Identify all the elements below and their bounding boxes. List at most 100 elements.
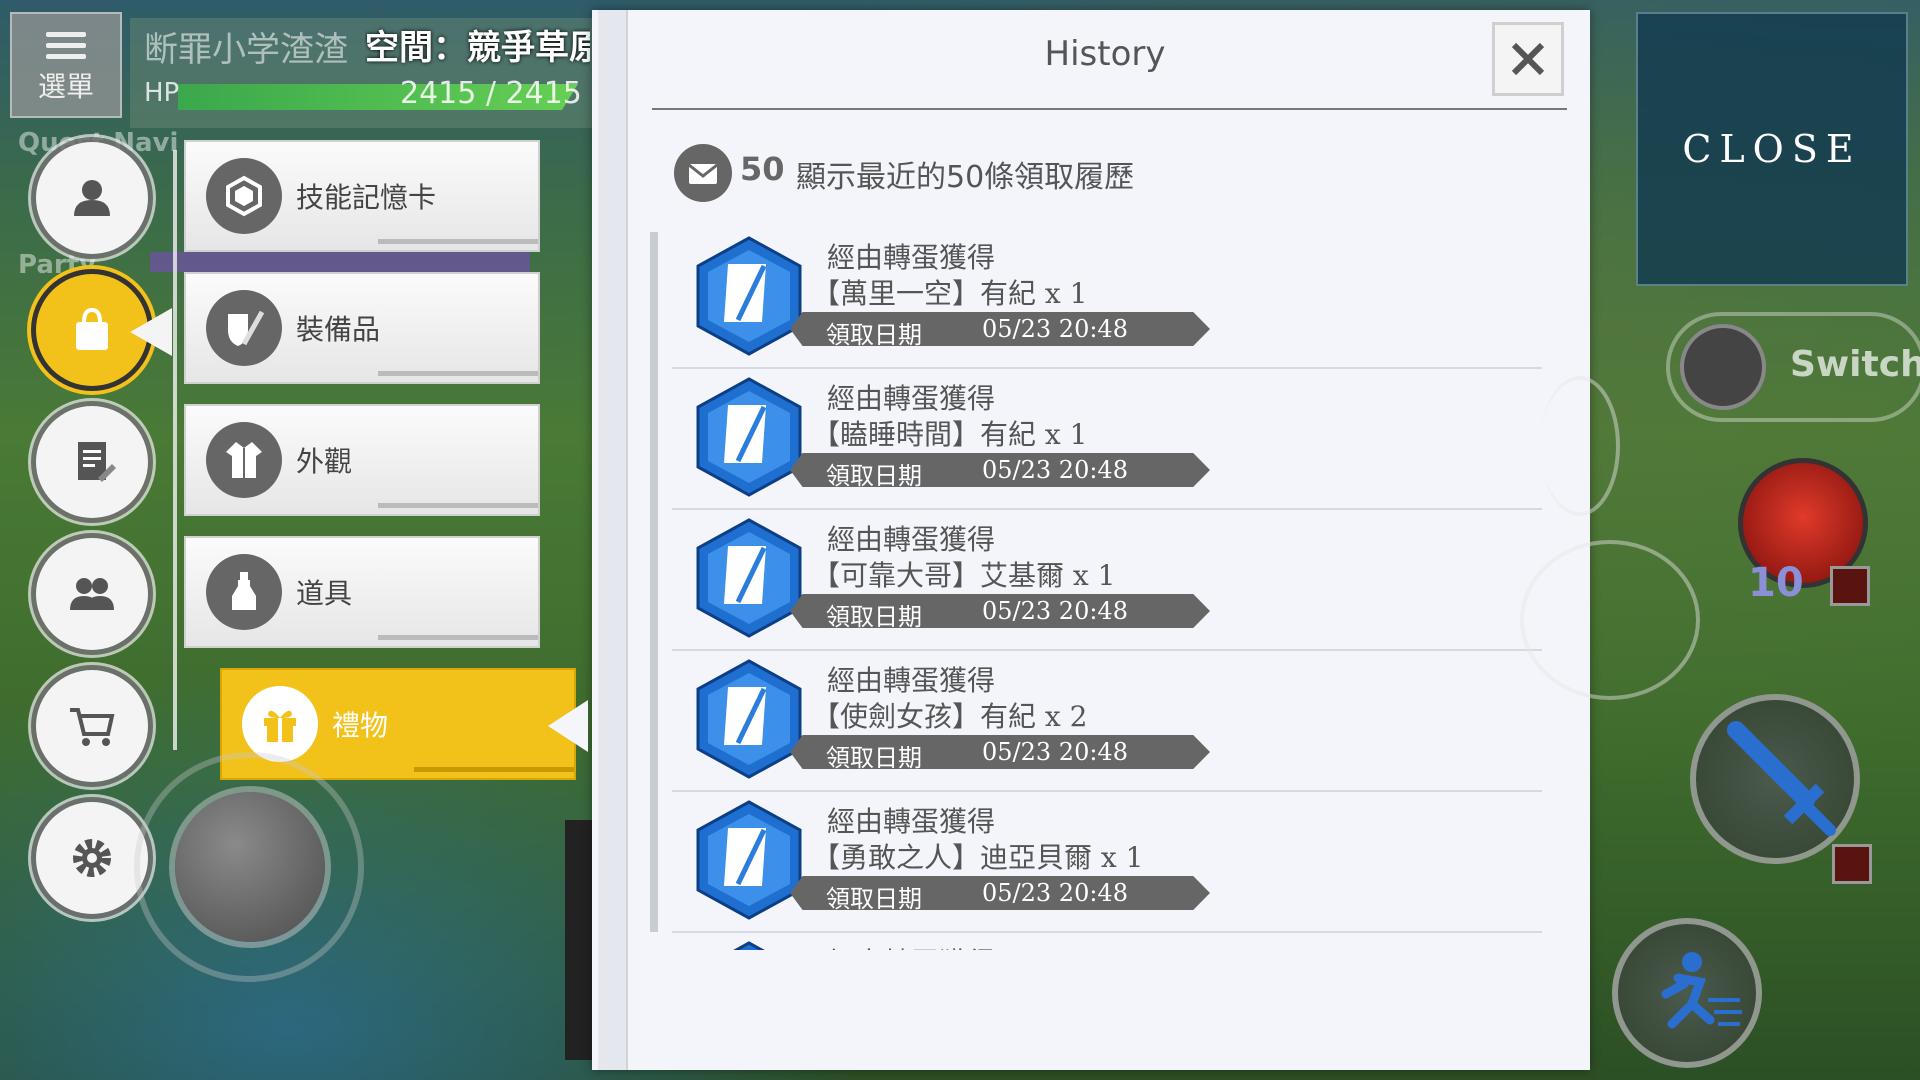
- reward-card-icon: [696, 518, 802, 638]
- hamburger-icon: [46, 32, 86, 59]
- reward-card-icon: [696, 800, 802, 920]
- entry-date: 05/23 20:48: [982, 738, 1128, 766]
- party-bar: [150, 252, 530, 272]
- shop-cart-icon: [70, 708, 115, 746]
- player-name: 断罪小学渣渣: [144, 30, 348, 70]
- entry-date: 05/23 20:48: [982, 315, 1128, 343]
- sword-icon: [1727, 721, 1836, 836]
- background-shadow: [565, 820, 593, 1060]
- friends-icon: [70, 578, 114, 610]
- nav-profile-button[interactable]: [36, 142, 148, 254]
- close-label: CLOSE: [1682, 127, 1862, 171]
- skill-slot-empty[interactable]: [1520, 540, 1700, 700]
- attack-button[interactable]: [1690, 694, 1860, 864]
- history-entry: 經由轉蛋獲得 【勇敢之人】迪亞貝爾 x 1 領取日期 05/23 20:48: [672, 792, 1542, 933]
- entry-source: 經由轉蛋獲得: [827, 241, 996, 274]
- hp-value: 2415 / 2415: [400, 76, 582, 111]
- close-icon: [1511, 42, 1545, 76]
- date-label: 領取日期: [826, 462, 922, 490]
- entry-item: 【瞌睡時間】有紀 x 1: [812, 418, 1088, 451]
- movement-joystick[interactable]: [175, 792, 325, 942]
- history-scrollbar[interactable]: [650, 232, 658, 932]
- date-label: 領取日期: [826, 603, 922, 631]
- history-close-button[interactable]: [1492, 22, 1564, 96]
- nav-settings-button[interactable]: [36, 802, 148, 914]
- entry-date-band: 領取日期 05/23 20:48: [790, 735, 1210, 769]
- entry-source: 經由轉蛋獲得: [827, 382, 996, 415]
- date-label: 領取日期: [826, 321, 922, 349]
- menu-label: 選單: [37, 70, 94, 103]
- history-entry: 經由轉蛋獲得 【萬里一空】有紀 x 1 領取日期 05/23 20:48: [672, 228, 1542, 369]
- equipment-icon: [206, 290, 282, 366]
- history-entry: 經由轉蛋獲得: [672, 933, 1542, 950]
- entry-item: 【使劍女孩】有紀 x 2: [812, 700, 1088, 733]
- history-entry: 經由轉蛋獲得 【瞌睡時間】有紀 x 1 領取日期 05/23 20:48: [672, 369, 1542, 510]
- dash-button[interactable]: [1612, 918, 1762, 1068]
- entry-date: 05/23 20:48: [982, 879, 1128, 907]
- history-title: History: [1044, 34, 1166, 74]
- entry-item: 【可靠大哥】艾基爾 x 1: [812, 559, 1116, 592]
- skill-badge-icon: [1830, 566, 1870, 606]
- game-scene: 選單 断罪小学渣渣 HP 2415 / 2415 空間：競爭草原 Quest N…: [0, 0, 1920, 1080]
- history-count: 50: [740, 150, 785, 188]
- entry-date-band: 領取日期 05/23 20:48: [790, 876, 1210, 910]
- reward-card-icon: [696, 377, 802, 497]
- entry-date: 05/23 20:48: [982, 597, 1128, 625]
- submenu-equipment[interactable]: 裝備品: [184, 272, 540, 384]
- history-entry: 經由轉蛋獲得 【使劍女孩】有紀 x 2 領取日期 05/23 20:48: [672, 651, 1542, 792]
- panel-left-edge: [598, 10, 628, 1070]
- submenu-label: 裝備品: [296, 313, 381, 346]
- main-menu-button[interactable]: 選單: [10, 12, 122, 118]
- history-list[interactable]: 經由轉蛋獲得 【萬里一空】有紀 x 1 領取日期 05/23 20:48 經由轉蛋獲得【…: [672, 228, 1542, 950]
- dash-run-icon: [1661, 952, 1742, 1029]
- submenu-memory-card[interactable]: 技能記憶卡: [184, 140, 540, 252]
- nav-quest-log-button[interactable]: [36, 406, 148, 518]
- submenu-label: 外觀: [296, 445, 353, 478]
- title-divider: [652, 108, 1567, 110]
- quest-log-icon: [78, 442, 116, 482]
- submenu-label: 技能記憶卡: [296, 181, 437, 214]
- skill-ring: [1540, 376, 1620, 516]
- gift-icon: [242, 686, 318, 762]
- entry-source: 經由轉蛋獲得: [827, 664, 996, 697]
- entry-date-band: 領取日期 05/23 20:48: [790, 312, 1210, 346]
- skill-count: 10: [1748, 560, 1804, 606]
- entry-source: 經由轉蛋獲得: [827, 805, 996, 838]
- reward-card-icon: [696, 236, 802, 356]
- item-potion-icon: [206, 554, 282, 630]
- entry-source: 經由轉蛋獲得: [827, 941, 995, 950]
- submenu-appearance[interactable]: 外觀: [184, 404, 540, 516]
- nav-active-pointer: [130, 308, 172, 356]
- entry-date: 05/23 20:48: [982, 456, 1128, 484]
- nav-connector-line: [173, 150, 177, 750]
- reward-card-icon: [696, 659, 802, 779]
- hp-label: HP: [144, 78, 180, 108]
- date-label: 領取日期: [826, 885, 922, 913]
- profile-icon: [74, 180, 110, 216]
- entry-source: 經由轉蛋獲得: [827, 523, 996, 556]
- area-name: 空間：競爭草原: [365, 28, 590, 68]
- entry-item: 【萬里一空】有紀 x 1: [812, 277, 1088, 310]
- memory-card-icon: [206, 158, 282, 234]
- nav-shop-button[interactable]: [36, 670, 148, 782]
- submenu-items[interactable]: 道具: [184, 536, 540, 648]
- bag-icon: [76, 307, 108, 350]
- close-button[interactable]: CLOSE: [1636, 12, 1908, 286]
- submenu-label: 道具: [296, 577, 353, 610]
- entry-date-band: 領取日期 05/23 20:48: [790, 453, 1210, 487]
- mail-icon: [674, 144, 732, 202]
- switch-icon: [1680, 324, 1766, 410]
- appearance-icon: [206, 422, 282, 498]
- history-description: 顯示最近的50條領取履歷: [796, 160, 1135, 195]
- nav-friends-button[interactable]: [36, 538, 148, 650]
- reward-card-icon: [733, 941, 765, 950]
- submenu-label: 禮物: [332, 709, 389, 742]
- settings-gear-icon: [73, 839, 111, 877]
- switch-label: Switch: [1790, 344, 1920, 385]
- history-entry: 經由轉蛋獲得 【可靠大哥】艾基爾 x 1 領取日期 05/23 20:48: [672, 510, 1542, 651]
- date-label: 領取日期: [826, 744, 922, 772]
- entry-item: 【勇敢之人】迪亞貝爾 x 1: [812, 841, 1144, 874]
- attack-badge-icon: [1832, 844, 1872, 884]
- panel-pointer: [548, 700, 588, 752]
- entry-date-band: 領取日期 05/23 20:48: [790, 594, 1210, 628]
